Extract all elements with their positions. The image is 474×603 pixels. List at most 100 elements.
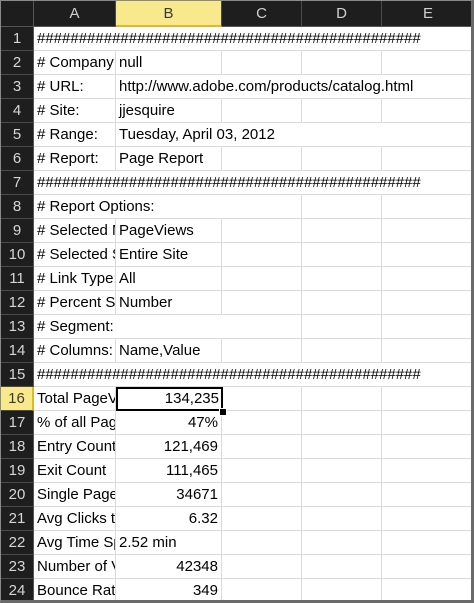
- cell-c12[interactable]: [222, 291, 302, 315]
- cell-c10[interactable]: [222, 243, 302, 267]
- cell-b21[interactable]: 6.32: [116, 507, 222, 531]
- row-header-11[interactable]: 11: [1, 267, 34, 291]
- cell-a4[interactable]: # Site:: [34, 99, 116, 123]
- row-header-19[interactable]: 19: [1, 459, 34, 483]
- cell-b14[interactable]: Name,Value: [116, 339, 222, 363]
- row-header-17[interactable]: 17: [1, 411, 34, 435]
- cell-b23[interactable]: 42348: [116, 555, 222, 579]
- row-header-1[interactable]: 1: [1, 27, 34, 51]
- select-all-corner[interactable]: [1, 1, 34, 27]
- fill-handle[interactable]: [219, 408, 227, 416]
- cell-a14[interactable]: # Columns:: [34, 339, 116, 363]
- cell-c16[interactable]: [222, 387, 302, 411]
- cell-e6[interactable]: [382, 147, 471, 171]
- cell-c17[interactable]: [222, 411, 302, 435]
- cell-a19[interactable]: Exit Count: [34, 459, 116, 483]
- cell-a17[interactable]: % of all PageViews: [34, 411, 116, 435]
- cell-d22[interactable]: [302, 531, 382, 555]
- cell-d20[interactable]: [302, 483, 382, 507]
- cell-d9[interactable]: [302, 219, 382, 243]
- row-header-7[interactable]: 7: [1, 171, 34, 195]
- cell-a13[interactable]: # Segment:: [34, 315, 222, 339]
- cell-a1[interactable]: ########################################…: [34, 27, 471, 51]
- cell-d14[interactable]: [302, 339, 382, 363]
- cell-e12[interactable]: [382, 291, 471, 315]
- cell-e16[interactable]: [382, 387, 471, 411]
- cell-d21[interactable]: [302, 507, 382, 531]
- cell-b22[interactable]: 2.52 min: [116, 531, 222, 555]
- cell-b10[interactable]: Entire Site: [116, 243, 222, 267]
- cell-b24[interactable]: 349: [116, 579, 222, 600]
- cell-b11[interactable]: All: [116, 267, 222, 291]
- row-header-3[interactable]: 3: [1, 75, 34, 99]
- cell-e14[interactable]: [382, 339, 471, 363]
- cell-c4[interactable]: [222, 99, 302, 123]
- column-header-e[interactable]: E: [382, 1, 471, 27]
- cell-b6[interactable]: Page Report: [116, 147, 222, 171]
- row-header-12[interactable]: 12: [1, 291, 34, 315]
- row-header-14[interactable]: 14: [1, 339, 34, 363]
- cell-b3[interactable]: http://www.adobe.com/products/catalog.ht…: [116, 75, 471, 99]
- row-header-2[interactable]: 2: [1, 51, 34, 75]
- cell-c20[interactable]: [222, 483, 302, 507]
- cell-b5[interactable]: Tuesday, April 03, 2012: [116, 123, 471, 147]
- cell-b17[interactable]: 47%: [116, 411, 222, 435]
- cell-a12[interactable]: # Percent Shown as:: [34, 291, 116, 315]
- cell-b20[interactable]: 34671: [116, 483, 222, 507]
- column-header-a[interactable]: A: [34, 1, 116, 27]
- cell-a21[interactable]: Avg Clicks to Page: [34, 507, 116, 531]
- cell-d4[interactable]: [302, 99, 382, 123]
- cell-c2[interactable]: [222, 51, 302, 75]
- cell-b2[interactable]: null: [116, 51, 222, 75]
- cell-e21[interactable]: [382, 507, 471, 531]
- cell-e4[interactable]: [382, 99, 471, 123]
- row-header-21[interactable]: 21: [1, 507, 34, 531]
- cell-c13[interactable]: [222, 315, 302, 339]
- cell-d11[interactable]: [302, 267, 382, 291]
- row-header-4[interactable]: 4: [1, 99, 34, 123]
- cell-a22[interactable]: Avg Time Spent: [34, 531, 116, 555]
- row-header-10[interactable]: 10: [1, 243, 34, 267]
- row-header-9[interactable]: 9: [1, 219, 34, 243]
- cell-e11[interactable]: [382, 267, 471, 291]
- cell-d12[interactable]: [302, 291, 382, 315]
- cell-d10[interactable]: [302, 243, 382, 267]
- cell-a24[interactable]: Bounce Rate: [34, 579, 116, 600]
- cell-e19[interactable]: [382, 459, 471, 483]
- cell-a20[interactable]: Single Page Visits: [34, 483, 116, 507]
- cell-e18[interactable]: [382, 435, 471, 459]
- cell-e20[interactable]: [382, 483, 471, 507]
- cell-b9[interactable]: PageViews: [116, 219, 222, 243]
- cell-e23[interactable]: [382, 555, 471, 579]
- cell-d8[interactable]: [302, 195, 382, 219]
- cell-c6[interactable]: [222, 147, 302, 171]
- cell-c11[interactable]: [222, 267, 302, 291]
- cell-e22[interactable]: [382, 531, 471, 555]
- cell-b4[interactable]: jjesquire: [116, 99, 222, 123]
- cell-a2[interactable]: # Company:: [34, 51, 116, 75]
- cell-c19[interactable]: [222, 459, 302, 483]
- cell-a15[interactable]: ########################################…: [34, 363, 471, 387]
- cell-c8[interactable]: [222, 195, 302, 219]
- cell-e8[interactable]: [382, 195, 471, 219]
- row-header-18[interactable]: 18: [1, 435, 34, 459]
- cell-a8[interactable]: # Report Options:: [34, 195, 222, 219]
- cell-e9[interactable]: [382, 219, 471, 243]
- row-header-13[interactable]: 13: [1, 315, 34, 339]
- cell-e2[interactable]: [382, 51, 471, 75]
- cell-a10[interactable]: # Selected Segment:: [34, 243, 116, 267]
- cell-a23[interactable]: Number of Visits: [34, 555, 116, 579]
- row-header-8[interactable]: 8: [1, 195, 34, 219]
- cell-a6[interactable]: # Report:: [34, 147, 116, 171]
- cell-c14[interactable]: [222, 339, 302, 363]
- cell-d16[interactable]: [302, 387, 382, 411]
- cell-b12[interactable]: Number: [116, 291, 222, 315]
- row-header-15[interactable]: 15: [1, 363, 34, 387]
- row-header-16[interactable]: 16: [1, 387, 34, 411]
- row-header-6[interactable]: 6: [1, 147, 34, 171]
- cell-c18[interactable]: [222, 435, 302, 459]
- cell-a5[interactable]: # Range:: [34, 123, 116, 147]
- row-header-23[interactable]: 23: [1, 555, 34, 579]
- cell-d24[interactable]: [302, 579, 382, 600]
- cell-b16[interactable]: 134,235: [116, 387, 223, 411]
